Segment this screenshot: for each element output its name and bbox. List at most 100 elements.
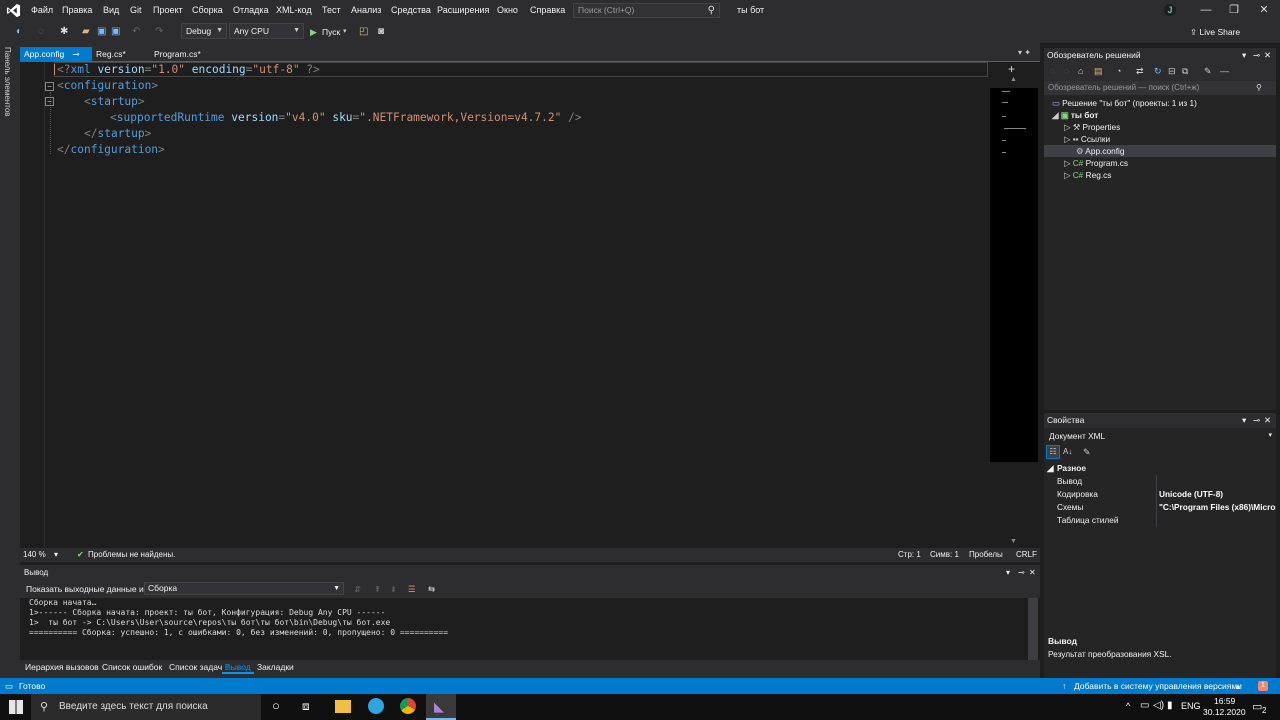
language-indicator[interactable]: ENG <box>1181 701 1201 711</box>
file-explorer-icon[interactable] <box>335 700 351 713</box>
tree-item-app-config[interactable]: ⚙ App.config <box>1044 145 1276 157</box>
preview-icon[interactable]: — <box>1220 66 1229 76</box>
visual-studio-taskbar-icon[interactable]: ◣ <box>426 694 456 720</box>
chevron-down-icon[interactable]: ▾ <box>54 548 58 562</box>
alphabetical-icon[interactable]: A↓ <box>1063 447 1072 456</box>
close-icon[interactable]: ✕ <box>1264 413 1271 428</box>
avatar[interactable]: J <box>1164 4 1176 16</box>
switch-views-icon[interactable]: ▤ <box>1094 66 1103 77</box>
line-ending[interactable]: CRLF <box>1016 548 1037 562</box>
search-input[interactable]: Поиск (Ctrl+Q) ⚲ <box>573 3 720 18</box>
go-to-error-icon[interactable]: ⇵ <box>354 580 361 598</box>
property-row[interactable]: Таблица стилей <box>1044 514 1276 527</box>
taskbar-search-input[interactable]: ⚲ Введите здесь текст для поиска <box>31 694 261 720</box>
output-source-select[interactable]: Сборка ▼ <box>144 582 344 595</box>
properties-object-select[interactable]: Документ XML ▾ <box>1044 429 1276 443</box>
tray-chevron-icon[interactable]: ^ <box>1126 701 1130 711</box>
menu-analyze[interactable]: Анализ <box>350 0 382 21</box>
collapse-all-icon[interactable]: ⊟ <box>1168 66 1176 77</box>
start-icon[interactable]: ▶ <box>310 24 317 40</box>
cortana-icon[interactable]: ○ <box>272 698 280 713</box>
menu-help[interactable]: Справка <box>529 0 566 21</box>
minimap[interactable] <box>990 88 1038 462</box>
tree-item-solution[interactable]: ▭ Решение "ты бот" (проекты: 1 из 1) <box>1052 97 1197 109</box>
tree-item-program-cs[interactable]: ▷ C# Program.cs <box>1064 157 1128 169</box>
menu-extensions[interactable]: Расширения <box>436 0 490 21</box>
tree-item-properties[interactable]: ▷ ⚒ Properties <box>1064 121 1120 133</box>
categorized-icon[interactable]: ☷ <box>1046 445 1060 459</box>
battery-icon[interactable]: ▮ <box>1167 700 1173 711</box>
live-share-button[interactable]: ⇪ Live Share <box>1190 25 1240 39</box>
property-category[interactable]: ◢ Разное <box>1044 462 1276 475</box>
menu-build[interactable]: Сборка <box>191 0 224 21</box>
property-row[interactable]: Вывод <box>1044 475 1276 488</box>
tab-error-list[interactable]: Список ошибок <box>99 660 165 674</box>
property-row[interactable]: Схемы "C:\Program Files (x86)\Microsoft <box>1044 501 1276 514</box>
issues-status[interactable]: Проблемы не найдены. <box>88 548 175 562</box>
notification-badge[interactable]: 1 <box>1258 681 1268 691</box>
collapse-icon[interactable]: − <box>45 82 54 91</box>
tab-call-hierarchy[interactable]: Иерархия вызовов <box>22 660 102 674</box>
sync-icon[interactable]: ⇄ <box>1136 66 1144 77</box>
menu-debug[interactable]: Отладка <box>232 0 270 21</box>
dropdown-icon[interactable]: ▾ <box>1242 413 1246 428</box>
maximize-icon[interactable]: ❐ <box>1220 0 1248 21</box>
tab-task-list[interactable]: Список задач <box>166 660 225 674</box>
menu-view[interactable]: Вид <box>102 0 120 21</box>
zoom-level[interactable]: 140 % <box>23 548 46 562</box>
platform-select[interactable]: Any CPU ▼ <box>229 23 304 39</box>
menu-window[interactable]: Окно <box>496 0 519 21</box>
windows-start-icon[interactable] <box>9 700 23 714</box>
refresh-icon[interactable]: ↻ <box>1154 66 1162 77</box>
tab-reg-cs[interactable]: Reg.cs* <box>92 47 130 62</box>
redo-icon[interactable]: ↷ <box>155 24 163 40</box>
menu-project[interactable]: Проект <box>152 0 184 21</box>
menu-file[interactable]: Файл <box>30 0 54 21</box>
close-icon[interactable]: ✕ <box>1250 0 1278 21</box>
close-icon[interactable]: ✕ <box>1264 48 1271 63</box>
split-icon[interactable]: + <box>1008 62 1015 76</box>
tab-bookmarks[interactable]: Закладки <box>254 660 297 674</box>
menu-xml[interactable]: XML-код <box>275 0 313 21</box>
toolbox-tab[interactable]: Панель элементов <box>3 47 12 117</box>
tab-app-config[interactable]: App.config ⊸ ✕ <box>20 47 92 74</box>
clear-all-icon[interactable]: ☰ <box>408 580 416 598</box>
screenshot-icon[interactable]: ◙ <box>378 24 384 40</box>
configuration-select[interactable]: Debug ▼ <box>181 23 227 39</box>
collapse-icon[interactable]: − <box>45 97 54 106</box>
tree-item-reg-cs[interactable]: ▷ C# Reg.cs <box>1064 169 1111 181</box>
show-all-files-icon[interactable]: ⧉ <box>1182 66 1188 77</box>
code-editor[interactable] <box>22 62 988 548</box>
output-scrollbar[interactable] <box>1028 598 1038 660</box>
properties-icon[interactable]: ✎ <box>1204 66 1212 77</box>
save-all-icon[interactable]: ▣ <box>111 24 120 40</box>
pin-icon[interactable]: ⊸ <box>1018 565 1025 580</box>
undo-icon[interactable]: ↶ <box>132 24 140 40</box>
scroll-down-icon[interactable]: ▼ <box>1010 538 1017 545</box>
minimize-icon[interactable]: — <box>1192 0 1220 21</box>
property-value[interactable]: Unicode (UTF-8) <box>1159 488 1276 501</box>
tab-output[interactable]: Вывод <box>222 660 254 674</box>
back-icon[interactable]: ◌ <box>1050 66 1055 76</box>
volume-icon[interactable]: ◁) <box>1153 700 1164 711</box>
next-message-icon[interactable]: ⇟ <box>390 580 397 598</box>
prev-message-icon[interactable]: ⇞ <box>374 580 381 598</box>
chevron-down-icon[interactable]: ▾ <box>343 24 347 40</box>
dropdown-icon[interactable]: ▾ <box>1242 48 1246 63</box>
close-icon[interactable]: ✕ <box>1029 565 1036 580</box>
save-icon[interactable]: ▣ <box>97 24 106 40</box>
menu-edit[interactable]: Правка <box>61 0 93 21</box>
network-icon[interactable]: ▭ <box>1140 700 1149 711</box>
home-icon[interactable]: ⌂ <box>1078 66 1083 76</box>
pin-icon[interactable]: ⊸ <box>73 49 80 59</box>
pin-icon[interactable]: ⊸ <box>1253 48 1260 63</box>
notification-center-icon[interactable]: ▭ <box>1252 700 1262 713</box>
clock-time[interactable]: 16:59 <box>1214 696 1235 706</box>
tab-program-cs[interactable]: Program.cs* <box>150 47 205 62</box>
chevron-up-icon[interactable]: ▴ <box>1236 678 1240 694</box>
word-wrap-icon[interactable]: ⇆ <box>428 580 435 598</box>
property-pages-icon[interactable]: ✎ <box>1083 447 1091 458</box>
browser-icon[interactable]: ◰ <box>359 24 368 40</box>
scroll-up-icon[interactable]: ▲ <box>1010 76 1017 83</box>
pin-icon[interactable]: ⊸ <box>1253 413 1260 428</box>
